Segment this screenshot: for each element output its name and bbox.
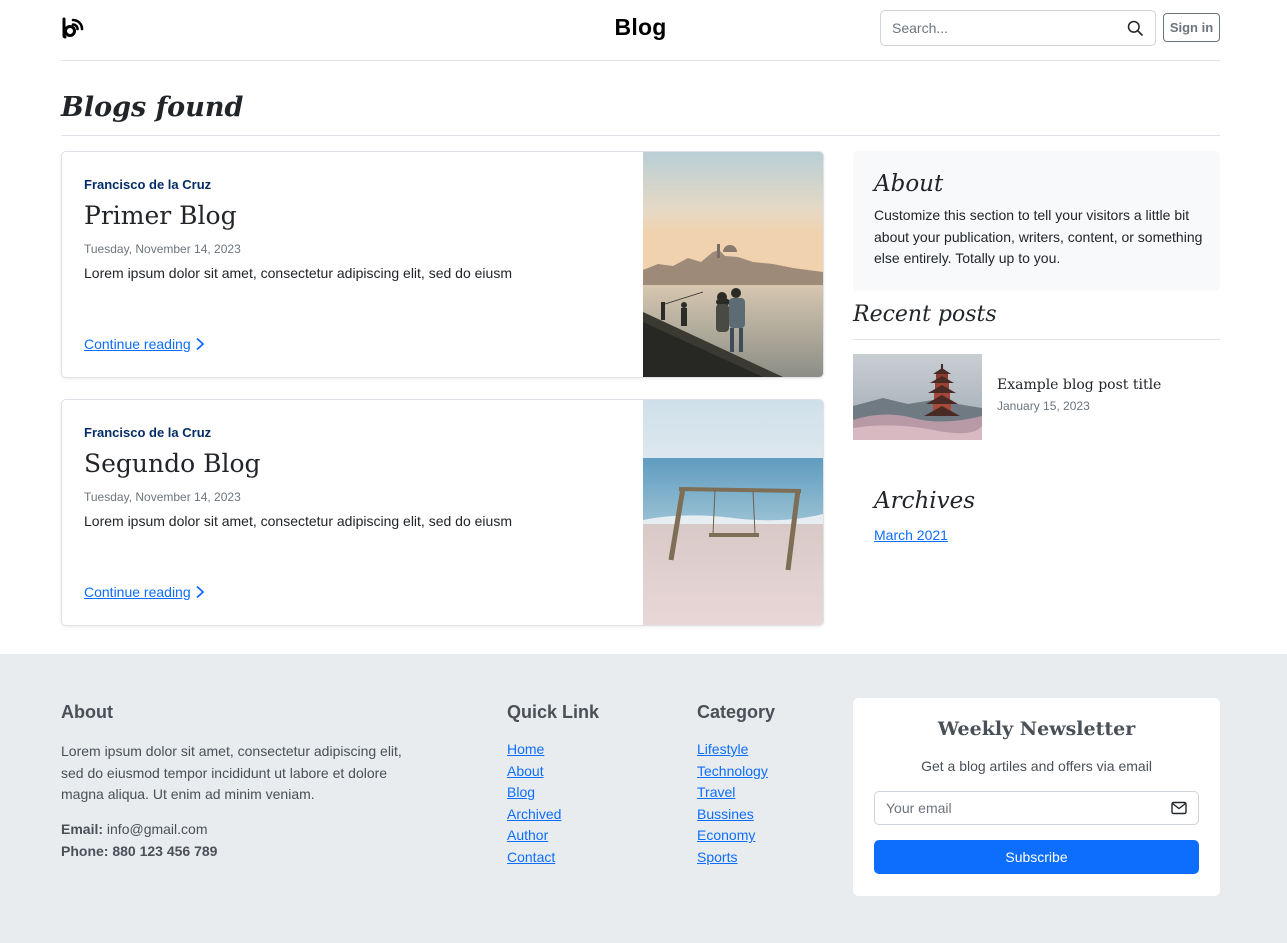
sidebar-about-title: About <box>874 171 944 197</box>
archives-title: Archives <box>874 488 976 514</box>
email-label: Email: <box>61 821 104 837</box>
footer-about-text: Lorem ipsum dolor sit amet, consectetur … <box>61 743 402 802</box>
recent-posts-title: Recent posts <box>853 302 997 327</box>
category-link-economy[interactable]: Economy <box>697 827 755 843</box>
continue-reading-label[interactable]: Continue reading <box>84 336 191 352</box>
category-link-sports[interactable]: Sports <box>697 849 737 865</box>
beach-swing-photo[interactable] <box>643 400 823 625</box>
footer-email: Email: info@gmail.com <box>61 821 207 837</box>
continue-reading-link[interactable]: Continue reading <box>84 336 205 352</box>
list-item: Blog <box>507 784 561 806</box>
post-excerpt: Lorem ipsum dolor sit amet, consectetur … <box>84 265 512 281</box>
continue-reading-label[interactable]: Continue reading <box>84 584 191 600</box>
newsletter-subtitle: Get a blog artiles and offers via email <box>921 758 1152 774</box>
category-link-travel[interactable]: Travel <box>697 784 735 800</box>
sidebar-about: About Customize this section to tell you… <box>853 151 1220 291</box>
harbor-sunset-photo[interactable] <box>643 152 823 377</box>
newsletter-email-box[interactable] <box>874 791 1199 825</box>
category-link-lifestyle[interactable]: Lifestyle <box>697 741 748 757</box>
list-item: Economy <box>697 827 768 849</box>
search-input[interactable] <box>881 11 1117 45</box>
archive-link[interactable]: March 2021 <box>874 527 948 543</box>
list-item: Archived <box>507 806 561 828</box>
footer-category-title: Category <box>697 702 776 722</box>
divider <box>853 339 1220 340</box>
footer-phone: Phone: 880 123 456 789 <box>61 843 217 859</box>
post-title: Segundo Blog <box>84 449 261 478</box>
post-author: Francisco de la Cruz <box>84 177 212 192</box>
post-title: Primer Blog <box>84 201 237 230</box>
footer-quicklink-title: Quick Link <box>507 702 600 722</box>
list-item: Contact <box>507 849 561 871</box>
envelope-icon <box>1171 801 1187 815</box>
newsletter-title: Weekly Newsletter <box>937 718 1136 740</box>
sign-in-button[interactable]: Sign in <box>1163 13 1220 42</box>
list-item: Lifestyle <box>697 741 768 763</box>
footer-link-archived[interactable]: Archived <box>507 806 561 822</box>
recent-post-title[interactable]: Example blog post title <box>997 377 1161 393</box>
footer-link-home[interactable]: Home <box>507 741 544 757</box>
sidebar-about-text: Customize this section to tell your visi… <box>874 207 1203 266</box>
quicklink-list: Home About Blog Archived Author Contact <box>507 741 561 871</box>
search-icon[interactable] <box>1127 20 1143 36</box>
phone-value: 880 123 456 789 <box>112 843 218 859</box>
category-list: Lifestyle Technology Travel Bussines Eco… <box>697 741 768 871</box>
newsletter-card: Weekly Newsletter Get a blog artiles and… <box>853 698 1220 896</box>
footer-link-contact[interactable]: Contact <box>507 849 555 865</box>
recent-post-date: January 15, 2023 <box>997 399 1090 413</box>
divider <box>61 135 1220 136</box>
phone-label: Phone: <box>61 843 109 859</box>
footer-about-title: About <box>61 702 113 722</box>
list-item: Technology <box>697 763 768 785</box>
page-title: Blogs found <box>61 92 244 123</box>
continue-reading-link[interactable]: Continue reading <box>84 584 205 600</box>
list-item: Author <box>507 827 561 849</box>
category-link-technology[interactable]: Technology <box>697 763 768 779</box>
list-item: Sports <box>697 849 768 871</box>
email-value: info@gmail.com <box>106 821 208 837</box>
list-item: Travel <box>697 784 768 806</box>
list-item: Home <box>507 741 561 763</box>
footer-link-blog[interactable]: Blog <box>507 784 535 800</box>
newsletter-email-input[interactable] <box>875 792 1160 824</box>
chevron-right-icon[interactable] <box>195 337 205 351</box>
category-link-bussines[interactable]: Bussines <box>697 806 754 822</box>
footer-link-author[interactable]: Author <box>507 827 548 843</box>
post-excerpt: Lorem ipsum dolor sit amet, consectetur … <box>84 513 512 529</box>
list-item: Bussines <box>697 806 768 828</box>
blog-card: Francisco de la Cruz Segundo Blog Tuesda… <box>61 399 824 626</box>
subscribe-button[interactable]: Subscribe <box>874 840 1199 874</box>
blog-card: Francisco de la Cruz Primer Blog Tuesday… <box>61 151 824 378</box>
footer-link-about[interactable]: About <box>507 763 544 779</box>
pagoda-photo[interactable] <box>853 354 982 440</box>
site-header: Blog Sign in <box>61 0 1220 61</box>
list-item: About <box>507 763 561 785</box>
post-author: Francisco de la Cruz <box>84 425 212 440</box>
post-date: Tuesday, November 14, 2023 <box>84 490 241 504</box>
search-box[interactable] <box>880 10 1156 46</box>
post-date: Tuesday, November 14, 2023 <box>84 242 241 256</box>
chevron-right-icon[interactable] <box>195 585 205 599</box>
